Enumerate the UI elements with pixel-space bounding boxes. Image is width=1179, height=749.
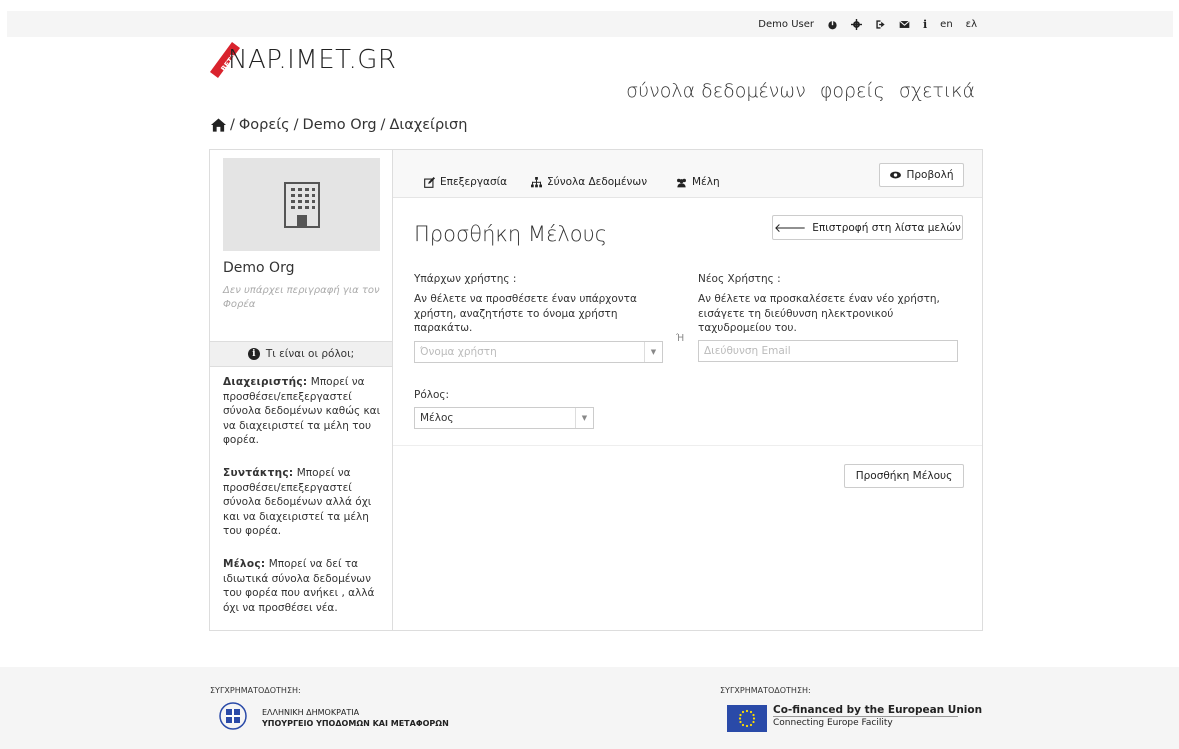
- existing-user-label: Υπάρχων χρήστης :: [414, 273, 517, 285]
- home-icon[interactable]: [211, 118, 226, 132]
- username-placeholder: Όνομα χρήστη: [420, 346, 497, 358]
- eu-flag-icon: [727, 705, 767, 732]
- building-icon: [283, 181, 320, 228]
- logo-text: NAP.IMET.GR: [228, 45, 397, 75]
- role-editor-desc: Συντάκτης: Μπορεί να προσθέσει/επεξεργασ…: [223, 466, 388, 539]
- nav-item-about[interactable]: σχετικά: [899, 80, 975, 102]
- view-button-label: Προβολή: [906, 169, 954, 181]
- role-name: Διαχειριστής:: [223, 376, 308, 388]
- greek-emblem-icon: [219, 702, 247, 730]
- role-admin-desc: Διαχειριστής: Μπορεί να προσθέσει/επεξερ…: [223, 375, 388, 448]
- org-tabs: Επεξεργασία Σύνολα Δεδομένων Μέλη Προβολ…: [393, 150, 982, 198]
- user-toolbar: Demo User i en ελ: [745, 11, 977, 37]
- org-name: Demo Org: [223, 260, 295, 276]
- tab-members[interactable]: Μέλη: [676, 176, 720, 188]
- lang-el-link[interactable]: ελ: [966, 19, 977, 30]
- username-link[interactable]: Demo User: [758, 19, 814, 30]
- breadcrumb-org[interactable]: Demo Org: [303, 117, 377, 133]
- tab-datasets[interactable]: Σύνολα Δεδομένων: [531, 176, 647, 188]
- role-selected-value: Μέλος: [420, 412, 454, 424]
- tab-members-label: Μέλη: [692, 176, 720, 188]
- footer-ministry: ΥΠΟΥΡΓΕΙΟ ΥΠΟΔΟΜΩΝ ΚΑΙ ΜΕΤΑΦΟΡΩΝ: [262, 719, 449, 728]
- tab-edit-label: Επεξεργασία: [440, 176, 508, 188]
- role-label: Ρόλος:: [414, 389, 450, 401]
- form-divider: [393, 445, 982, 446]
- role-name: Συντάκτης:: [223, 467, 294, 479]
- gear-icon[interactable]: [850, 18, 862, 30]
- nav-item-organizations[interactable]: φορείς: [820, 80, 885, 102]
- breadcrumb-organizations[interactable]: Φορείς: [239, 117, 290, 133]
- view-button[interactable]: Προβολή: [879, 163, 964, 187]
- lang-en-link[interactable]: en: [940, 19, 953, 30]
- top-bar: Demo User i en ελ: [7, 11, 1173, 37]
- new-user-label: Νέος Χρήστης :: [698, 273, 781, 285]
- org-sidebar: Demo Org Δεν υπάρχει περιγραφή για τον Φ…: [210, 150, 393, 630]
- add-member-button[interactable]: Προσθήκη Μέλους: [844, 464, 964, 488]
- dashboard-icon[interactable]: [827, 19, 838, 30]
- footer-greek-republic: ΕΛΛΗΝΙΚΗ ΔΗΜΟΚΡΑΤΙΑ: [262, 708, 360, 717]
- back-button-label: Επιστροφή στη λίστα μελών: [812, 221, 961, 234]
- org-image-placeholder: [223, 158, 380, 251]
- email-placeholder: Διεύθυνση Email: [704, 345, 791, 357]
- member-form-area: Επεξεργασία Σύνολα Δεδομένων Μέλη Προβολ…: [393, 150, 982, 630]
- chevron-down-icon: ▼: [644, 342, 662, 362]
- role-select[interactable]: Μέλος ▼: [414, 407, 594, 429]
- main-nav: σύνολα δεδομένων φορείς σχετικά: [626, 80, 975, 102]
- users-icon: [677, 178, 686, 187]
- tab-datasets-label: Σύνολα Δεδομένων: [547, 176, 648, 188]
- footer-cef: Connecting Europe Facility: [773, 718, 893, 728]
- role-member-desc: Μέλος: Μπορεί να δεί τα ιδιωτικά σύνολα …: [223, 557, 388, 615]
- nav-item-datasets[interactable]: σύνολα δεδομένων: [626, 80, 806, 102]
- breadcrumb-separator: /: [293, 117, 299, 133]
- arrow-left-icon: 🡐: [774, 221, 807, 235]
- breadcrumb-current: Διαχείριση: [389, 117, 468, 133]
- footer-funding-title-left: ΣΥΓΧΡΗΜΑΤΟΔΟΤΗΣΗ:: [210, 686, 301, 695]
- page-title: Προσθήκη Μέλους: [414, 222, 608, 246]
- footer-eu-divider: [773, 716, 958, 717]
- roles-heading-label: Τι είναι οι ρόλοι;: [265, 348, 355, 360]
- new-user-help: Αν θέλετε να προσκαλέσετε έναν νέο χρήστ…: [698, 293, 940, 334]
- or-separator: Ή: [676, 333, 685, 344]
- logout-icon[interactable]: [875, 19, 886, 30]
- tab-edit[interactable]: Επεξεργασία: [424, 176, 507, 188]
- breadcrumb-separator: /: [380, 117, 386, 133]
- info-circle-icon: i: [247, 348, 260, 360]
- footer: [0, 667, 1179, 749]
- sitemap-icon: [531, 176, 542, 187]
- add-member-button-label: Προσθήκη Μέλους: [855, 470, 953, 482]
- info-icon[interactable]: i: [923, 18, 927, 31]
- email-field[interactable]: Διεύθυνση Email: [698, 340, 958, 362]
- role-name: Μέλος:: [223, 558, 266, 570]
- mail-icon[interactable]: [899, 19, 910, 30]
- username-select[interactable]: Όνομα χρήστη ▼: [414, 341, 663, 363]
- breadcrumb: / Φορείς / Demo Org / Διαχείριση: [211, 117, 467, 133]
- roles-heading: i Τι είναι οι ρόλοι;: [210, 341, 392, 367]
- org-admin-panel: Demo Org Δεν υπάρχει περιγραφή για τον Φ…: [209, 149, 983, 631]
- back-to-members-button[interactable]: 🡐 Επιστροφή στη λίστα μελών: [772, 215, 963, 240]
- eye-icon: [889, 171, 901, 179]
- breadcrumb-separator: /: [230, 117, 235, 133]
- footer-funding-title-right: ΣΥΓΧΡΗΜΑΤΟΔΟΤΗΣΗ:: [720, 686, 811, 695]
- existing-user-help: Αν θέλετε να προσθέσετε έναν υπάρχοντα χ…: [414, 293, 637, 334]
- chevron-down-icon: ▼: [575, 408, 593, 428]
- edit-icon: [424, 176, 435, 188]
- org-description: Δεν υπάρχει περιγραφή για τον Φορέα: [223, 285, 380, 310]
